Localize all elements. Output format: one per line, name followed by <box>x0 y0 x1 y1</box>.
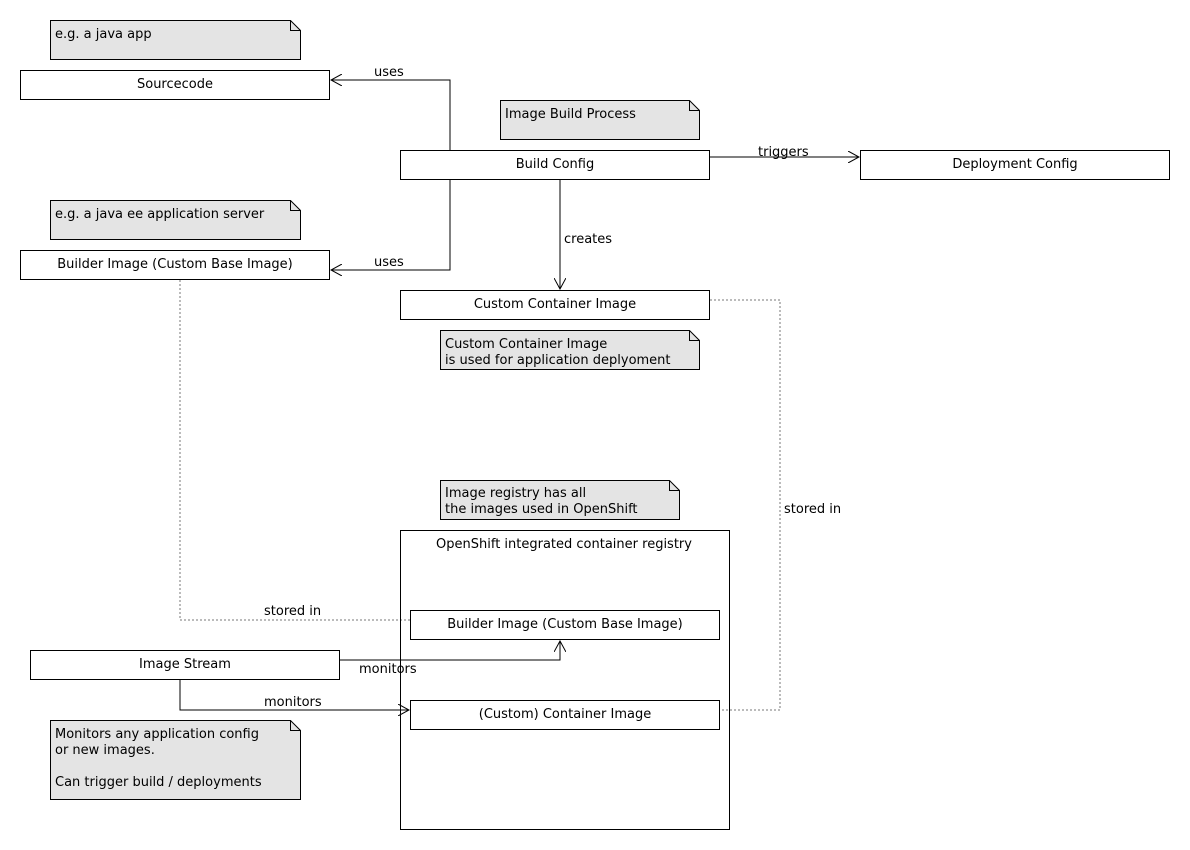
note-text: Image Build Process <box>505 107 636 122</box>
edge-label: stored in <box>784 502 841 517</box>
note-app-server: e.g. a java ee application server <box>50 200 301 240</box>
node-label: Image Stream <box>139 657 231 672</box>
diagram-canvas: uses uses triggers creates stored in sto… <box>20 20 1170 830</box>
node-custom-container-image: Custom Container Image <box>400 290 710 320</box>
note-image-stream: Monitors any application config or new i… <box>50 720 301 800</box>
note-text: is used for application deplyoment <box>445 353 671 368</box>
edge-uses-builder-image: uses <box>331 180 451 270</box>
edge-monitors-builder: monitors <box>340 641 560 677</box>
edge-triggers: triggers <box>710 145 859 160</box>
node-label: (Custom) Container Image <box>479 707 651 722</box>
note-text: Custom Container Image <box>445 337 607 352</box>
node-label: Builder Image (Custom Base Image) <box>447 617 683 632</box>
node-label: Builder Image (Custom Base Image) <box>57 257 293 272</box>
note-java-app: e.g. a java app <box>50 20 301 60</box>
node-image-stream: Image Stream <box>30 650 340 680</box>
node-registry: OpenShift integrated container registry <box>400 530 730 830</box>
note-image-build-process: Image Build Process <box>500 100 700 140</box>
note-text: or new images. <box>55 743 155 758</box>
edge-monitors-container: monitors <box>179 680 409 710</box>
note-custom-image: Custom Container Image is used for appli… <box>440 330 700 370</box>
node-registry-builder-image: Builder Image (Custom Base Image) <box>410 610 720 640</box>
edge-uses-sourcecode: uses <box>331 65 451 150</box>
node-label: Build Config <box>516 157 594 172</box>
note-registry: Image registry has all the images used i… <box>440 480 680 520</box>
edge-label: uses <box>374 65 404 80</box>
note-text: the images used in OpenShift <box>445 502 638 517</box>
node-label: Custom Container Image <box>474 297 636 312</box>
edge-label: monitors <box>264 695 322 710</box>
note-text: Can trigger build / deployments <box>55 775 262 790</box>
edge-creates: creates <box>560 180 612 289</box>
node-deployment-config: Deployment Config <box>860 150 1170 180</box>
note-text: Image registry has all <box>445 486 586 501</box>
edge-stored-in-builder: stored in <box>179 280 410 621</box>
node-builder-image: Builder Image (Custom Base Image) <box>20 250 330 280</box>
edge-label: creates <box>564 232 612 247</box>
edge-label: uses <box>374 255 404 270</box>
node-label: Sourcecode <box>137 77 213 92</box>
note-text: e.g. a java app <box>55 27 152 42</box>
note-text: Monitors any application config <box>55 727 259 742</box>
edge-label: stored in <box>264 604 321 619</box>
node-build-config: Build Config <box>400 150 710 180</box>
edge-label: triggers <box>758 145 809 160</box>
node-label: OpenShift integrated container registry <box>436 537 692 552</box>
node-registry-container-image: (Custom) Container Image <box>410 700 720 730</box>
edge-label: monitors <box>359 662 417 677</box>
node-label: Deployment Config <box>952 157 1077 172</box>
note-text: e.g. a java ee application server <box>55 207 265 222</box>
node-sourcecode: Sourcecode <box>20 70 330 100</box>
